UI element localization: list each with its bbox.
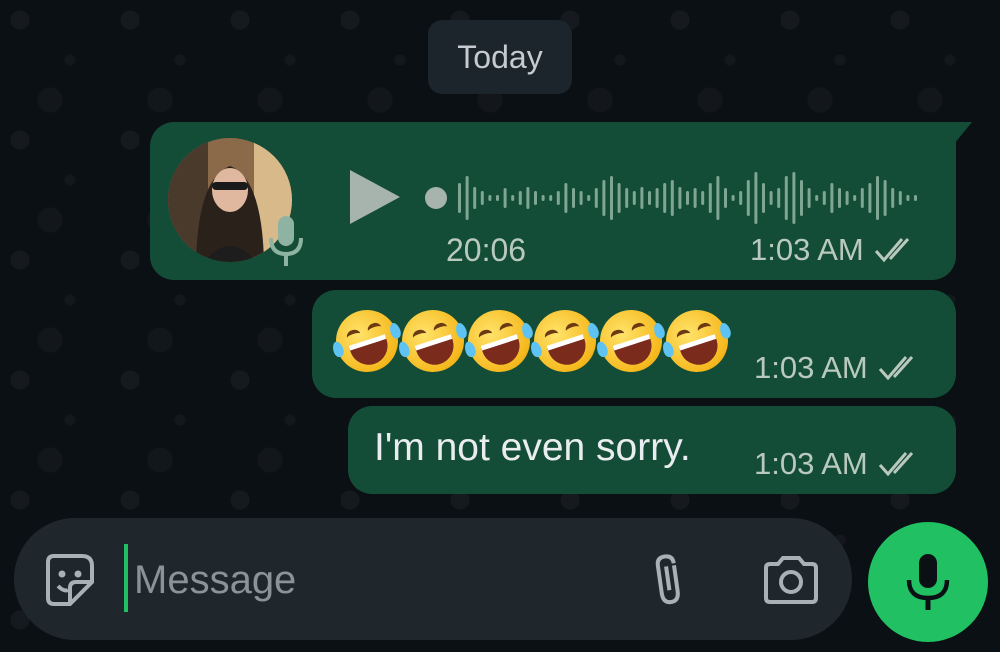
waveform-bar: [587, 195, 591, 201]
waveform-bar: [678, 187, 682, 209]
waveform-bar: [830, 183, 834, 213]
emoji-message-bubble[interactable]: 1:03 AM: [312, 290, 956, 398]
double-check-icon: [878, 451, 913, 477]
message-meta: 1:03 AM: [754, 446, 922, 482]
waveform-bar: [549, 195, 553, 201]
waveform-bar: [458, 183, 461, 213]
waveform-bar: [845, 191, 849, 205]
text-message-bubble[interactable]: I'm not even sorry. 1:03 AM: [348, 406, 956, 494]
rofl-emoji: [393, 301, 473, 381]
waveform-bar: [663, 183, 667, 213]
waveform-bar: [564, 183, 568, 213]
waveform-bar: [572, 188, 575, 208]
waveform-bar: [693, 188, 697, 208]
waveform-bar: [883, 180, 887, 216]
rofl-emoji: [327, 301, 407, 381]
waveform-bar: [518, 191, 522, 205]
waveform-bar: [784, 176, 788, 220]
waveform-bar: [762, 183, 765, 213]
waveform-bar: [708, 183, 712, 213]
voice-duration: 20:06: [446, 232, 527, 268]
microphone-badge-icon: [269, 216, 303, 266]
waveform-bar: [503, 188, 507, 208]
waveform-bar: [594, 188, 598, 208]
record-voice-button[interactable]: [868, 522, 988, 642]
waveform-bar: [769, 191, 773, 205]
waveform-bar: [556, 191, 560, 205]
waveform-bar: [800, 180, 803, 216]
double-check-icon: [874, 237, 909, 263]
waveform-bar: [473, 187, 477, 209]
message-time: 1:03 AM: [754, 446, 868, 481]
waveform-bar: [822, 191, 826, 205]
rofl-emoji: [459, 301, 539, 381]
rofl-emoji: [591, 301, 671, 381]
message-composer: [14, 518, 852, 640]
waveform-bar: [617, 183, 621, 213]
waveform-bar: [640, 187, 644, 209]
waveform-bar: [465, 176, 469, 220]
date-separator: Today: [428, 20, 572, 94]
waveform-bar: [632, 191, 636, 205]
rofl-emoji: [525, 301, 605, 381]
voice-message-bubble[interactable]: 20:06 1:03 AM: [150, 122, 972, 280]
message-time: 1:03 AM: [750, 232, 864, 267]
sticker-icon[interactable]: [40, 552, 96, 608]
waveform-bar: [655, 188, 659, 208]
paperclip-icon[interactable]: [646, 552, 694, 608]
waveform-bar: [541, 195, 545, 201]
waveform-bar: [724, 188, 727, 208]
waveform-bar: [777, 188, 781, 208]
emoji-row: [327, 301, 737, 381]
waveform-bar: [534, 191, 537, 205]
waveform-bar: [701, 191, 705, 205]
message-time: 1:03 AM: [754, 350, 868, 385]
double-check-icon: [878, 355, 913, 381]
waveform-bar: [868, 183, 872, 213]
waveform-bar: [838, 188, 841, 208]
message-meta: 1:03 AM: [750, 232, 918, 268]
waveform-bar: [731, 195, 735, 201]
message-meta: 1:03 AM: [754, 350, 922, 386]
rofl-emoji: [657, 301, 737, 381]
waveform-bar: [792, 172, 796, 224]
waveform-bar: [526, 187, 530, 209]
play-icon[interactable]: [346, 166, 404, 228]
bubble-tail: [954, 122, 972, 144]
waveform-bar: [610, 176, 613, 220]
waveform-bar: [906, 195, 910, 201]
waveform-bar: [860, 188, 864, 208]
waveform-bar: [914, 195, 917, 201]
camera-icon[interactable]: [762, 554, 820, 606]
waveform-scrubber: [425, 187, 447, 209]
waveform-bar: [898, 191, 902, 205]
waveform-bar: [602, 180, 606, 216]
text-cursor: [124, 544, 128, 612]
waveform-bar: [876, 176, 879, 220]
audio-waveform[interactable]: [424, 166, 924, 230]
waveform-bar: [807, 188, 811, 208]
waveform-bar: [480, 191, 484, 205]
waveform-bar: [853, 195, 857, 201]
waveform-bar: [815, 195, 819, 201]
waveform-bar: [625, 188, 629, 208]
microphone-icon: [906, 554, 950, 610]
waveform-bar: [670, 180, 674, 216]
message-input[interactable]: [132, 540, 606, 620]
waveform-bar: [891, 188, 895, 208]
waveform-bar: [496, 195, 499, 201]
waveform-bar: [716, 176, 720, 220]
waveform-bar: [488, 195, 492, 201]
waveform-bar: [579, 191, 583, 205]
waveform-bar: [746, 180, 750, 216]
waveform-bar: [754, 172, 758, 224]
waveform-bar: [739, 191, 743, 205]
waveform-bar: [686, 191, 689, 205]
message-text: I'm not even sorry.: [374, 426, 691, 469]
waveform-bar: [648, 191, 651, 205]
waveform-bar: [511, 195, 515, 201]
